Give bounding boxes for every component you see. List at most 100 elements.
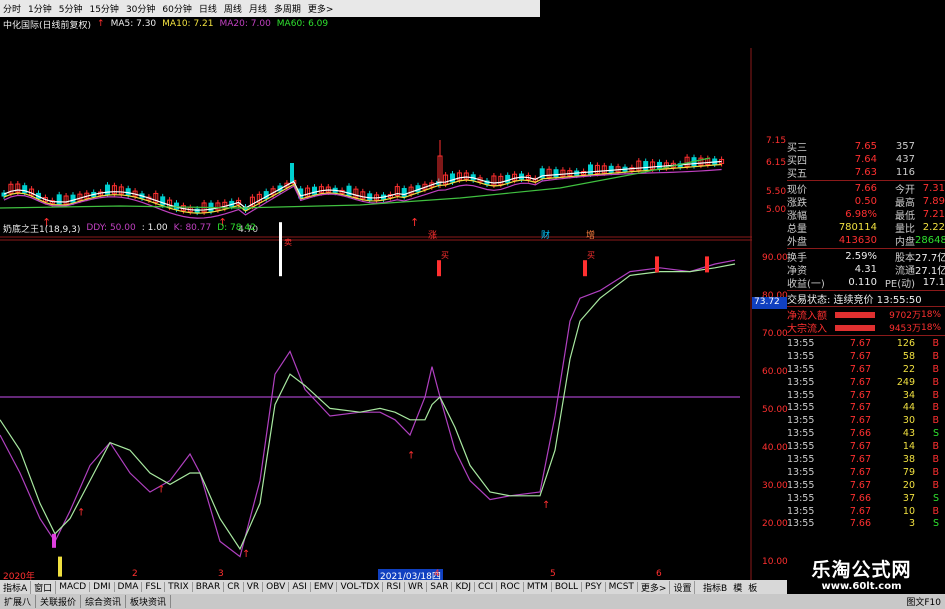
indicator-tab[interactable]: MACD bbox=[56, 582, 91, 592]
indicator-tabbar: 指标A 窗口 MACD DMI DMA FSL TRIX BRAR CR VR OBV ASI EMV V… bbox=[0, 580, 752, 594]
price-tick: 5.00 bbox=[766, 205, 787, 215]
flow-value: 9702万 bbox=[889, 311, 921, 321]
indicator-tab[interactable]: CCI bbox=[475, 582, 498, 592]
indicator-tab[interactable]: 设置 bbox=[670, 580, 696, 594]
stat-value: 2.22 bbox=[922, 222, 945, 233]
tick-row: 13:55 7.67 126 B bbox=[787, 337, 945, 350]
watermark-title: 乐淘公式网 bbox=[811, 559, 912, 581]
period-tab[interactable]: 月线 bbox=[249, 2, 267, 15]
flow-bar bbox=[835, 311, 875, 318]
indicator-tab[interactable]: BRAR bbox=[193, 582, 225, 592]
indicator-b-tab[interactable]: 指标B bbox=[700, 581, 730, 594]
indicator-tab[interactable]: 窗口 bbox=[31, 580, 57, 594]
up-arrow-icon: ↑ bbox=[410, 216, 419, 229]
tick-price: 7.67 bbox=[849, 402, 871, 414]
tick-time: 13:55 bbox=[787, 505, 815, 517]
period-tab[interactable]: 周线 bbox=[224, 2, 242, 15]
indicator-tab[interactable]: PSY bbox=[582, 582, 606, 592]
signal-bar bbox=[437, 260, 441, 277]
tick-price: 7.67 bbox=[849, 363, 871, 375]
ddy-value: DDY: 50.00 bbox=[86, 223, 136, 233]
f10-button[interactable]: 图文F10 bbox=[902, 595, 945, 608]
stat-value: 0.50 bbox=[854, 196, 877, 207]
tick-time: 13:55 bbox=[787, 376, 815, 388]
period-tab[interactable]: 日线 bbox=[199, 2, 217, 15]
bid-volume: 357 bbox=[895, 141, 915, 152]
tick-side: B bbox=[932, 389, 939, 401]
candle-body bbox=[56, 194, 62, 205]
status-tab[interactable]: 板块资讯 bbox=[126, 595, 172, 608]
indicator-tab[interactable]: RSI bbox=[383, 582, 406, 592]
period-tab[interactable]: 分时 bbox=[3, 2, 21, 15]
indicator-tick: 30.00 bbox=[762, 481, 788, 491]
indicator-tab[interactable]: TRIX bbox=[165, 582, 193, 592]
period-tab[interactable]: 1分钟 bbox=[28, 2, 52, 15]
tick-time: 13:55 bbox=[787, 350, 815, 362]
tick-volume: 3 bbox=[908, 518, 915, 530]
indicator-tab[interactable]: ROC bbox=[497, 582, 524, 592]
status-tab[interactable]: 关联报价 bbox=[36, 595, 82, 608]
chart-area[interactable]: ↑ ↑ ↑ ↑↑↑↑↑卖买买 4.70 涨 财 增 bbox=[0, 31, 752, 603]
indicator-tick: 60.00 bbox=[762, 367, 788, 377]
ma5-line bbox=[3, 160, 722, 211]
indicator-tab[interactable]: MTM bbox=[524, 582, 552, 592]
stat-label: 外盘 bbox=[787, 237, 807, 248]
indicator-tab[interactable]: OBV bbox=[263, 582, 290, 592]
indicator-tab[interactable]: MCST bbox=[606, 582, 638, 592]
indicator-tab[interactable]: VOL-TDX bbox=[337, 582, 384, 592]
period-tab[interactable]: 30分钟 bbox=[126, 2, 155, 15]
price-tick: 7.15 bbox=[766, 136, 787, 146]
indicator-tab[interactable]: VR bbox=[244, 582, 264, 592]
status-tab[interactable]: 综合资讯 bbox=[81, 595, 127, 608]
indicator-tab[interactable]: KDJ bbox=[452, 582, 475, 592]
indicator-tab[interactable]: DMA bbox=[115, 582, 143, 592]
tick-row: 13:55 7.67 14 B bbox=[787, 440, 945, 453]
tick-time: 13:55 bbox=[787, 453, 815, 465]
period-tab[interactable]: 5分钟 bbox=[59, 2, 83, 15]
stat-label: 内盘 bbox=[895, 237, 915, 248]
period-tab[interactable]: 多周期 bbox=[274, 2, 301, 15]
tick-price: 7.67 bbox=[849, 505, 871, 517]
indicator-tab[interactable]: DMI bbox=[90, 582, 115, 592]
tick-price: 7.67 bbox=[849, 376, 871, 388]
indicator-tab[interactable]: SAR bbox=[427, 582, 453, 592]
signal-bar bbox=[655, 256, 659, 273]
bid-label: 买五 bbox=[787, 169, 807, 180]
tick-volume: 10 bbox=[902, 505, 915, 517]
stat-value: 27.1亿 bbox=[915, 266, 945, 277]
indicator-b-tab[interactable]: 板 bbox=[745, 581, 760, 594]
tick-volume: 43 bbox=[902, 428, 915, 440]
d-value: D: 78.42 bbox=[217, 223, 256, 233]
tick-side: S bbox=[932, 492, 939, 504]
indicator-tab[interactable]: 更多> bbox=[638, 580, 671, 594]
indicator-tab[interactable]: WR bbox=[405, 582, 428, 592]
indicator-tab[interactable]: ASI bbox=[289, 582, 311, 592]
watermark-url: www.60lt.com bbox=[821, 581, 902, 592]
tick-price: 7.67 bbox=[849, 350, 871, 362]
tick-time: 13:55 bbox=[787, 518, 815, 530]
period-tab[interactable]: 15分钟 bbox=[89, 2, 118, 15]
tick-time: 13:55 bbox=[787, 389, 815, 401]
up-arrow-icon: ↑ bbox=[77, 507, 85, 518]
period-tab[interactable]: 更多> bbox=[308, 2, 334, 15]
indicator-tab[interactable]: FSL bbox=[142, 582, 166, 592]
stat-row: 收益(一) 0.110 PE(动) 17.1 bbox=[787, 276, 945, 290]
indicator-tab[interactable]: EMV bbox=[311, 582, 338, 592]
tick-price: 7.67 bbox=[849, 415, 871, 427]
period-tab[interactable]: 60分钟 bbox=[162, 2, 191, 15]
tick-row: 13:55 7.66 43 S bbox=[787, 427, 945, 440]
up-arrow-icon: ↑ bbox=[157, 485, 165, 496]
stat-value: 286484 bbox=[915, 235, 945, 246]
indicator-b-tab[interactable]: 模 bbox=[730, 581, 745, 594]
stat-label: 收益(一) bbox=[787, 279, 825, 290]
trade-status: 交易状态: 连续竞价 13:55:50 bbox=[787, 295, 922, 306]
indicator-tick: 50.00 bbox=[762, 405, 788, 415]
candle-body bbox=[608, 165, 614, 173]
indicator-tab[interactable]: BOLL bbox=[552, 582, 583, 592]
date-mark: 3 bbox=[218, 569, 224, 579]
ma10-value: MA10: 7.21 bbox=[162, 19, 214, 29]
indicator-tab[interactable]: 指标A bbox=[0, 580, 32, 594]
status-tab[interactable]: 扩展八 bbox=[0, 595, 37, 608]
tick-side: B bbox=[932, 441, 939, 453]
indicator-tab[interactable]: CR bbox=[224, 582, 244, 592]
